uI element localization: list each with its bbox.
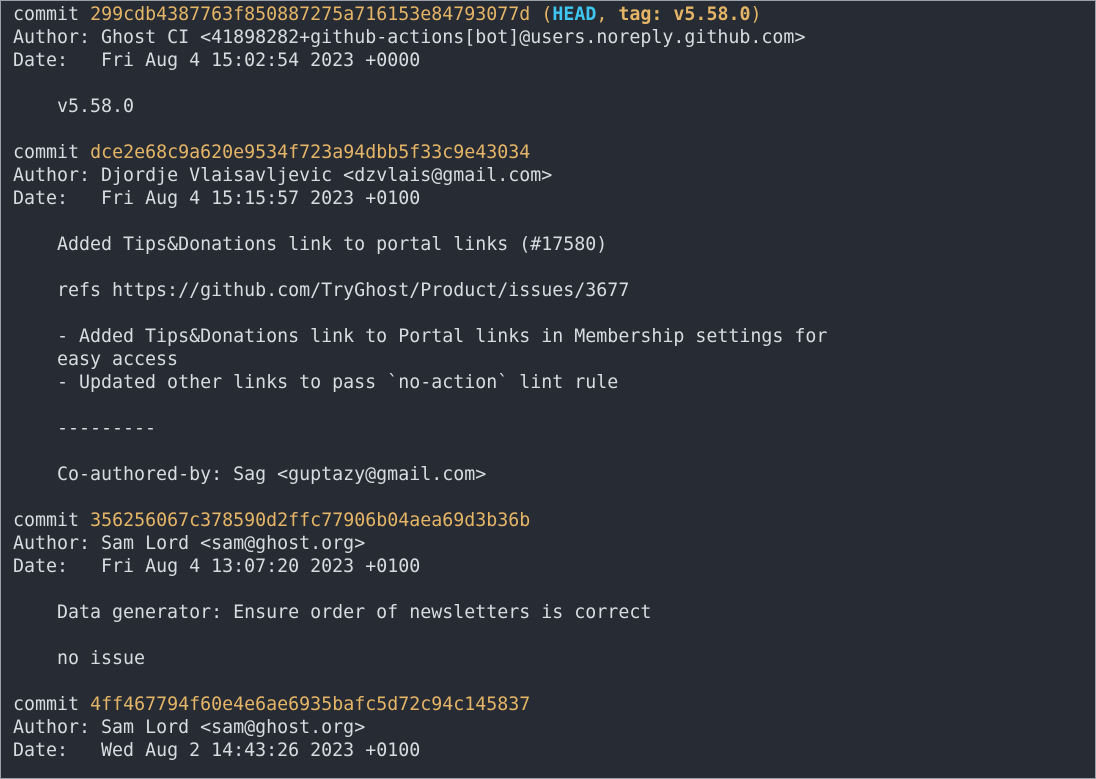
refs-open-paren: ( bbox=[541, 4, 553, 25]
commit-label: commit bbox=[13, 510, 80, 531]
commit-hash: 356256067c378590d2ffc77906b04aea69d3b36b bbox=[90, 510, 531, 531]
head-ref: HEAD bbox=[552, 4, 597, 25]
commit-label: commit bbox=[13, 694, 80, 715]
commit-hash: 299cdb4387763f850887275a716153e84793077d bbox=[90, 4, 531, 25]
commit-hash: 4ff467794f60e4e6ae6935bafc5d72c94c145837 bbox=[90, 694, 531, 715]
commit-hash: dce2e68c9a620e9534f723a94dbb5f33c9e43034 bbox=[90, 142, 531, 163]
author-line: Author: Ghost CI <41898282+github-action… bbox=[13, 27, 806, 48]
author-line: Author: Sam Lord <sam@ghost.org> bbox=[13, 533, 366, 554]
refs-close-paren: ) bbox=[750, 4, 762, 25]
tag-ref: tag: v5.58.0 bbox=[618, 4, 751, 25]
message-line: - Added Tips&Donations link to Portal li… bbox=[57, 326, 828, 347]
message-line: Added Tips&Donations link to portal link… bbox=[57, 234, 608, 255]
message-line: Co-authored-by: Sag <guptazy@gmail.com> bbox=[57, 464, 487, 485]
refs-separator: , bbox=[596, 4, 619, 25]
message-line bbox=[13, 256, 1095, 279]
commit-header: commit dce2e68c9a620e9534f723a94dbb5f33c… bbox=[13, 141, 1095, 164]
message-line bbox=[13, 302, 1095, 325]
message-line bbox=[13, 624, 1095, 647]
commit-header: commit 356256067c378590d2ffc77906b04aea6… bbox=[13, 509, 1095, 532]
message-line: - Updated other links to pass `no-action… bbox=[57, 372, 619, 393]
message-line: Data generator: Ensure order of newslett… bbox=[57, 602, 652, 623]
terminal-window[interactable]: commit 299cdb4387763f850887275a716153e84… bbox=[1, 1, 1095, 778]
date-line: Date: Fri Aug 4 15:02:54 2023 +0000 bbox=[13, 50, 421, 71]
message-line: refs https://github.com/TryGhost/Product… bbox=[57, 280, 630, 301]
author-line: Author: Sam Lord <sam@ghost.org> bbox=[13, 717, 366, 738]
message-line: no issue bbox=[57, 648, 146, 669]
date-line: Date: Wed Aug 2 14:43:26 2023 +0100 bbox=[13, 740, 421, 761]
message-line: v5.58.0 bbox=[57, 96, 135, 117]
message-line: --------- bbox=[57, 418, 157, 439]
message-line bbox=[13, 394, 1095, 417]
date-line: Date: Fri Aug 4 15:15:57 2023 +0100 bbox=[13, 188, 421, 209]
commit-header: commit 299cdb4387763f850887275a716153e84… bbox=[13, 3, 1095, 26]
date-line: Date: Fri Aug 4 13:07:20 2023 +0100 bbox=[13, 556, 421, 577]
commit-label: commit bbox=[13, 142, 80, 163]
message-line bbox=[13, 440, 1095, 463]
commit-label: commit bbox=[13, 4, 80, 25]
author-line: Author: Djordje Vlaisavljevic <dzvlais@g… bbox=[13, 165, 553, 186]
message-line: easy access bbox=[57, 349, 179, 370]
commit-header: commit 4ff467794f60e4e6ae6935bafc5d72c94… bbox=[13, 693, 1095, 716]
